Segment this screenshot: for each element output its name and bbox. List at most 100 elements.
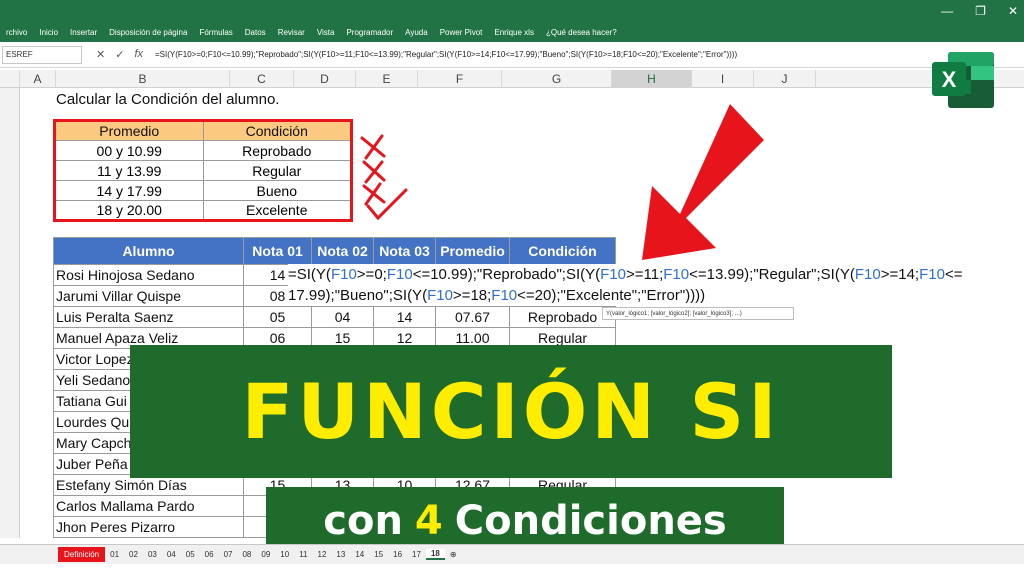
sheet-tab[interactable]: 03 <box>143 550 162 559</box>
students-header[interactable]: Nota 02 <box>311 237 374 265</box>
cond-row: 00 y 10.99 Reprobado <box>54 140 352 161</box>
grade-cell[interactable]: 05 <box>243 306 312 328</box>
student-name-cell[interactable]: Rosi Hinojosa Sedano <box>53 264 244 286</box>
sheet-tab[interactable]: Definición <box>58 547 106 562</box>
cond-cell[interactable]: 18 y 20.00 <box>54 200 204 221</box>
formula-text: <=10.99);"Reprobado";SI(Y( <box>412 266 601 283</box>
students-header[interactable]: Nota 03 <box>373 237 436 265</box>
formula-input[interactable]: =SI(Y(F10>=0;F10<=10.99);"Reprobado";SI(… <box>155 50 935 59</box>
sheet-tab[interactable]: 13 <box>331 550 350 559</box>
column-header[interactable]: H <box>612 70 692 88</box>
formula-text: >=0; <box>356 266 387 283</box>
menu-item[interactable]: Enrique xls <box>488 28 540 37</box>
cond-cell[interactable]: Reprobado <box>202 140 352 161</box>
cond-cell[interactable]: 14 y 17.99 <box>54 180 204 201</box>
sheet-tab[interactable]: 15 <box>369 550 388 559</box>
column-header[interactable]: J <box>754 70 816 88</box>
conditions-table: Promedio Condición 00 y 10.99 Reprobado 11… <box>53 119 353 222</box>
cond-header-condicion[interactable]: Condición <box>202 120 352 141</box>
column-header[interactable]: B <box>56 70 230 88</box>
cell-reference: F10 <box>386 266 413 283</box>
sheet-tab[interactable]: 11 <box>294 550 312 559</box>
menu-item[interactable]: Power Pivot <box>434 28 489 37</box>
menu-item[interactable]: Inicio <box>33 28 64 37</box>
sheet-tab[interactable]: 04 <box>162 550 181 559</box>
menu-item[interactable]: Ayuda <box>399 28 434 37</box>
formula-buttons: ✕ ✓ fx <box>96 48 143 61</box>
sheet-tab[interactable]: 09 <box>256 550 275 559</box>
cell-reference: F10 <box>854 266 881 283</box>
grade-cell[interactable]: 14 <box>373 306 436 328</box>
headline-text: FUNCIÓN SI <box>241 367 781 456</box>
cond-row: 14 y 17.99 Bueno <box>54 180 352 201</box>
cancel-icon[interactable]: ✕ <box>96 48 105 61</box>
cond-cell[interactable]: 00 y 10.99 <box>54 140 204 161</box>
sheet-tab[interactable]: 05 <box>181 550 200 559</box>
students-header[interactable]: Alumno <box>53 237 244 265</box>
cond-row: 18 y 20.00 Excelente <box>54 200 352 221</box>
menu-item[interactable]: rchivo <box>0 28 33 37</box>
menu-item[interactable]: Insertar <box>64 28 103 37</box>
close-button[interactable]: ✕ <box>1008 4 1018 18</box>
cond-cell[interactable]: Regular <box>202 160 352 181</box>
sheet-tab[interactable]: 14 <box>350 550 369 559</box>
students-header[interactable]: Promedio <box>435 237 510 265</box>
menu-item[interactable]: Vista <box>311 28 341 37</box>
menu-item[interactable]: Datos <box>239 28 272 37</box>
menu-item[interactable]: Fórmulas <box>193 28 238 37</box>
add-sheet-icon[interactable]: ⊕ <box>445 550 462 559</box>
confirm-icon[interactable]: ✓ <box>115 48 124 61</box>
cond-header-promedio[interactable]: Promedio <box>54 120 204 141</box>
column-header[interactable]: A <box>20 70 56 88</box>
grade-cell[interactable]: Reprobado <box>509 306 616 328</box>
fx-icon[interactable]: fx <box>134 48 143 61</box>
column-header[interactable]: C <box>230 70 294 88</box>
headline-banner: FUNCIÓN SI <box>130 345 892 478</box>
menu-item[interactable]: ¿Qué desea hacer? <box>540 28 623 37</box>
sheet-tab[interactable]: 12 <box>313 550 332 559</box>
table-row: Luis Peralta Saenz 05 04 14 07.67 Reprobado <box>53 306 616 328</box>
students-header[interactable]: Nota 01 <box>243 237 312 265</box>
formula-text: =SI(Y( <box>288 266 331 283</box>
column-header[interactable]: D <box>294 70 356 88</box>
menu-item[interactable]: Disposición de página <box>103 28 193 37</box>
column-headers: ABCDEFGHIJ <box>0 70 1024 88</box>
column-header[interactable]: E <box>356 70 418 88</box>
sheet-tab[interactable]: 18 <box>425 549 445 560</box>
column-header[interactable]: G <box>502 70 612 88</box>
formula-text: <= <box>944 266 963 283</box>
cond-row: 11 y 13.99 Regular <box>54 160 352 181</box>
cond-cell[interactable]: 11 y 13.99 <box>54 160 204 181</box>
sheet-tabs: Definición 01 02 03 04 05 06 07 08 09 10 11 12 13 14 15… <box>0 544 1024 564</box>
menu-item[interactable]: Revisar <box>272 28 311 37</box>
row-headers <box>0 88 20 538</box>
sheet-tab[interactable]: 10 <box>275 550 294 559</box>
sheet-tab[interactable]: 06 <box>200 550 219 559</box>
sheet-tab[interactable]: 02 <box>124 550 143 559</box>
column-header[interactable]: F <box>418 70 502 88</box>
cond-cell[interactable]: Excelente <box>202 200 352 221</box>
minimize-button[interactable]: — <box>941 4 953 18</box>
formula-bar: ESREF ✕ ✓ fx =SI(Y(F10>=0;F10<=10.99);"R… <box>0 42 1024 68</box>
excel-logo-icon: X <box>932 52 994 108</box>
student-name-cell[interactable]: Jhon Peres Pizarro <box>53 516 244 538</box>
formula-text: >=14; <box>880 266 920 283</box>
select-all-corner[interactable] <box>0 70 20 88</box>
grade-cell[interactable]: 07.67 <box>435 306 510 328</box>
name-box[interactable]: ESREF <box>2 45 82 64</box>
sheet-tab[interactable]: 17 <box>407 550 426 559</box>
column-header[interactable]: I <box>692 70 754 88</box>
grade-cell[interactable]: 04 <box>311 306 374 328</box>
svg-text:X: X <box>942 67 957 92</box>
sheet-tab[interactable]: 01 <box>105 550 124 559</box>
menu-item[interactable]: Programador <box>340 28 399 37</box>
sheet-tab[interactable]: 07 <box>219 550 238 559</box>
red-arrow-icon <box>642 104 764 260</box>
cond-cell[interactable]: Bueno <box>202 180 352 201</box>
student-name-cell[interactable]: Carlos Mallama Pardo <box>53 495 244 517</box>
restore-button[interactable]: ❐ <box>975 4 986 18</box>
student-name-cell[interactable]: Luis Peralta Saenz <box>53 306 244 328</box>
sheet-tab[interactable]: 08 <box>237 550 256 559</box>
sheet-tab[interactable]: 16 <box>388 550 407 559</box>
student-name-cell[interactable]: Jarumi Villar Quispe <box>53 285 244 307</box>
